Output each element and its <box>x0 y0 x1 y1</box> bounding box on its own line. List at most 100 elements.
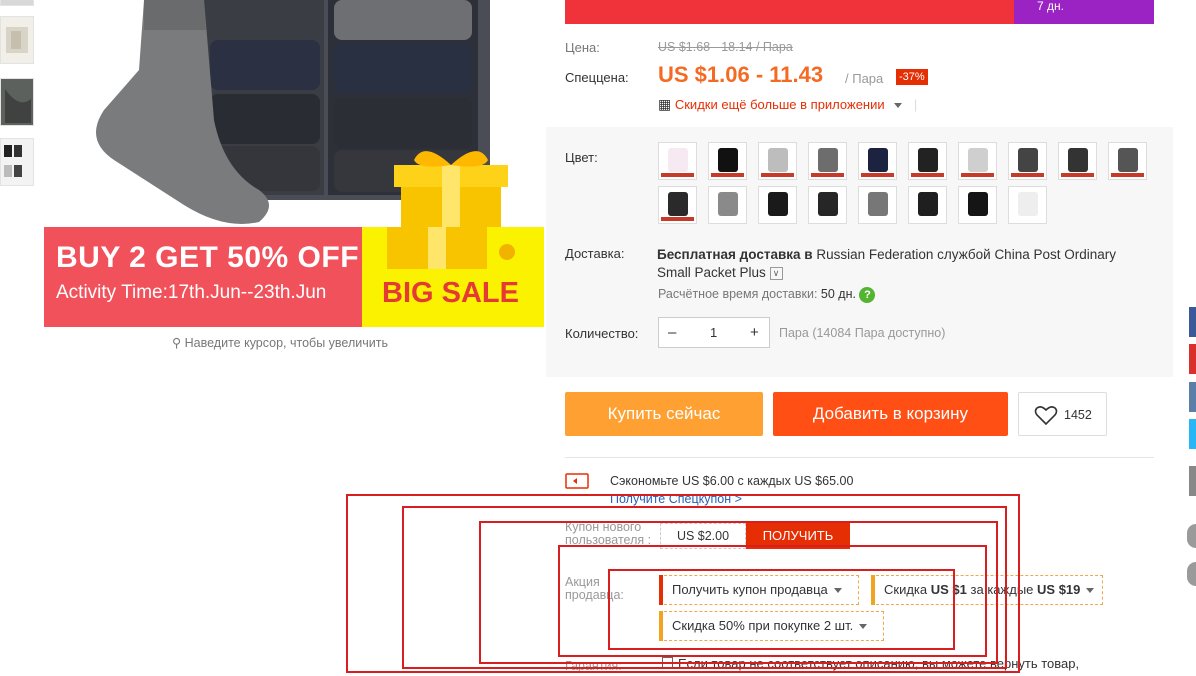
thumbnail-2[interactable] <box>0 16 34 64</box>
current-price: US $1.06 - 11.43 <box>658 62 824 87</box>
color-swatch-3[interactable] <box>758 142 797 180</box>
qr-code-icon: ▦ <box>658 96 672 112</box>
discount-badge: -37% <box>896 69 928 85</box>
swatch-label <box>861 173 894 177</box>
color-swatch-6[interactable] <box>908 142 947 180</box>
swatch-image <box>1018 192 1038 216</box>
color-swatch-12[interactable] <box>708 186 747 224</box>
swatch-label <box>661 217 694 221</box>
quantity-input[interactable]: 1 <box>710 325 717 340</box>
swatch-image <box>718 192 738 216</box>
socks-illustration <box>96 0 508 227</box>
delivery-eta-value: 50 дн. <box>820 287 856 301</box>
swatch-image <box>718 148 738 172</box>
color-swatch-14[interactable] <box>808 186 847 224</box>
swatch-image <box>968 192 988 216</box>
thumbnail-1[interactable] <box>0 0 34 6</box>
new-user-coupon-value: US $2.00 <box>660 523 746 549</box>
banner-big-sale: BIG SALE <box>382 277 519 309</box>
color-swatch-1[interactable] <box>658 142 697 180</box>
help-icon[interactable]: ? <box>859 287 876 303</box>
new-user-coupon-label: Купон нового пользователя : <box>565 520 652 547</box>
quantity-minus-button[interactable]: – <box>668 324 676 341</box>
sale-banner-left: BUY 2 GET 50% OFF Activity Time:17th.Jun… <box>44 227 362 327</box>
shipping-country[interactable]: Russian Federation <box>816 247 933 262</box>
wishlist-count: 1452 <box>1064 408 1092 422</box>
sale-banner: BUY 2 GET 50% OFF Activity Time:17th.Jun… <box>44 227 544 327</box>
thumbnail-3[interactable] <box>0 78 34 126</box>
coupon-icon <box>565 473 589 489</box>
color-swatch-18[interactable] <box>1008 186 1047 224</box>
color-swatch-13[interactable] <box>758 186 797 224</box>
app-discount-link[interactable]: ▦ Скидки ещё больше в приложении | <box>658 96 917 113</box>
swatch-image <box>918 148 938 172</box>
price-label: Цена: <box>565 40 600 55</box>
divider <box>565 457 1154 458</box>
banner-activity-time: Activity Time:17th.Jun--23th.Jun <box>56 282 327 303</box>
seller-discount-prefix: Скидка <box>884 582 928 597</box>
vk-share-icon[interactable] <box>1189 382 1196 412</box>
chevron-down-icon <box>859 624 868 630</box>
quantity-stock: Пара (14084 Пара доступно) <box>779 326 946 340</box>
half-off-text: Скидка 50% при покупке 2 шт. <box>672 618 854 633</box>
chevron-down-icon <box>1086 588 1095 594</box>
seller-promo-label: Акция продавца: <box>565 575 624 602</box>
swatch-label <box>661 173 694 177</box>
color-swatch-15[interactable] <box>858 186 897 224</box>
color-swatch-4[interactable] <box>808 142 847 180</box>
zoom-hint-text: Наведите курсор, чтобы увеличить <box>184 336 388 350</box>
promo-banner-countdown <box>1014 0 1154 24</box>
thumbnail-4[interactable] <box>0 138 34 186</box>
swatch-image <box>818 192 838 216</box>
guarantee-text: Если товар не соответствует описанию, вы… <box>662 656 1079 671</box>
swatch-image <box>768 148 788 172</box>
color-swatch-10[interactable] <box>1108 142 1147 180</box>
quantity-plus-button[interactable]: + <box>750 324 759 341</box>
color-swatch-8[interactable] <box>1008 142 1047 180</box>
color-swatch-17[interactable] <box>958 186 997 224</box>
scroll-top-icon[interactable] <box>1187 562 1196 586</box>
color-swatch-16[interactable] <box>908 186 947 224</box>
twitter-share-icon[interactable] <box>1189 419 1196 449</box>
color-swatch-2[interactable] <box>708 142 747 180</box>
wishlist-button[interactable]: 1452 <box>1018 392 1107 436</box>
delivery-estimate: Расчётное время доставки: 50 дн. ? <box>658 287 876 303</box>
special-coupon-link[interactable]: Получите Спецкупон > <box>610 492 742 506</box>
color-swatch-5[interactable] <box>858 142 897 180</box>
swatch-label <box>761 173 794 177</box>
thumbnail-3-image <box>1 79 33 125</box>
swatch-image <box>868 192 888 216</box>
seller-discount-threshold: US $19 <box>1037 582 1081 597</box>
gift-box-icon <box>387 227 515 269</box>
heart-icon <box>1034 406 1058 426</box>
color-swatch-11[interactable] <box>658 186 697 224</box>
swatch-label <box>811 173 844 177</box>
half-off-dropdown[interactable]: Скидка 50% при покупке 2 шт. <box>659 611 884 641</box>
quantity-stepper: – 1 + <box>658 317 770 348</box>
share-more-icon[interactable] <box>1189 466 1196 496</box>
swatch-label <box>1061 173 1094 177</box>
pinterest-share-icon[interactable] <box>1189 344 1196 374</box>
color-swatch-7[interactable] <box>958 142 997 180</box>
zoom-hint: ⚲ Наведите курсор, чтобы увеличить <box>172 335 388 350</box>
scroll-up-icon[interactable] <box>1187 524 1196 548</box>
seller-coupon-text: Получить купон продавца <box>672 582 828 597</box>
special-price-label: Спеццена: <box>565 70 629 85</box>
buy-now-button[interactable]: Купить сейчас <box>565 392 763 436</box>
shipping-dropdown-icon[interactable]: ∨ <box>769 266 783 280</box>
add-to-cart-button[interactable]: Добавить в корзину <box>773 392 1008 436</box>
seller-discount-dropdown[interactable]: Скидка US $1 за каждые US $19 <box>871 575 1103 605</box>
delivery-eta-label: Расчётное время доставки: <box>658 287 818 301</box>
swatch-image <box>1118 148 1138 172</box>
get-coupon-button[interactable]: ПОЛУЧИТЬ <box>746 523 850 549</box>
seller-coupon-dropdown[interactable]: Получить купон продавца <box>659 575 859 605</box>
checkbox-icon <box>662 657 673 668</box>
product-main-image[interactable] <box>44 0 544 227</box>
swatch-image <box>868 148 888 172</box>
banner-title: BUY 2 GET 50% OFF <box>56 241 360 274</box>
thumbnail-2-image <box>6 27 28 53</box>
facebook-share-icon[interactable] <box>1189 307 1196 337</box>
chevron-down-icon <box>833 588 842 594</box>
color-swatch-9[interactable] <box>1058 142 1097 180</box>
swatch-label <box>711 173 744 177</box>
